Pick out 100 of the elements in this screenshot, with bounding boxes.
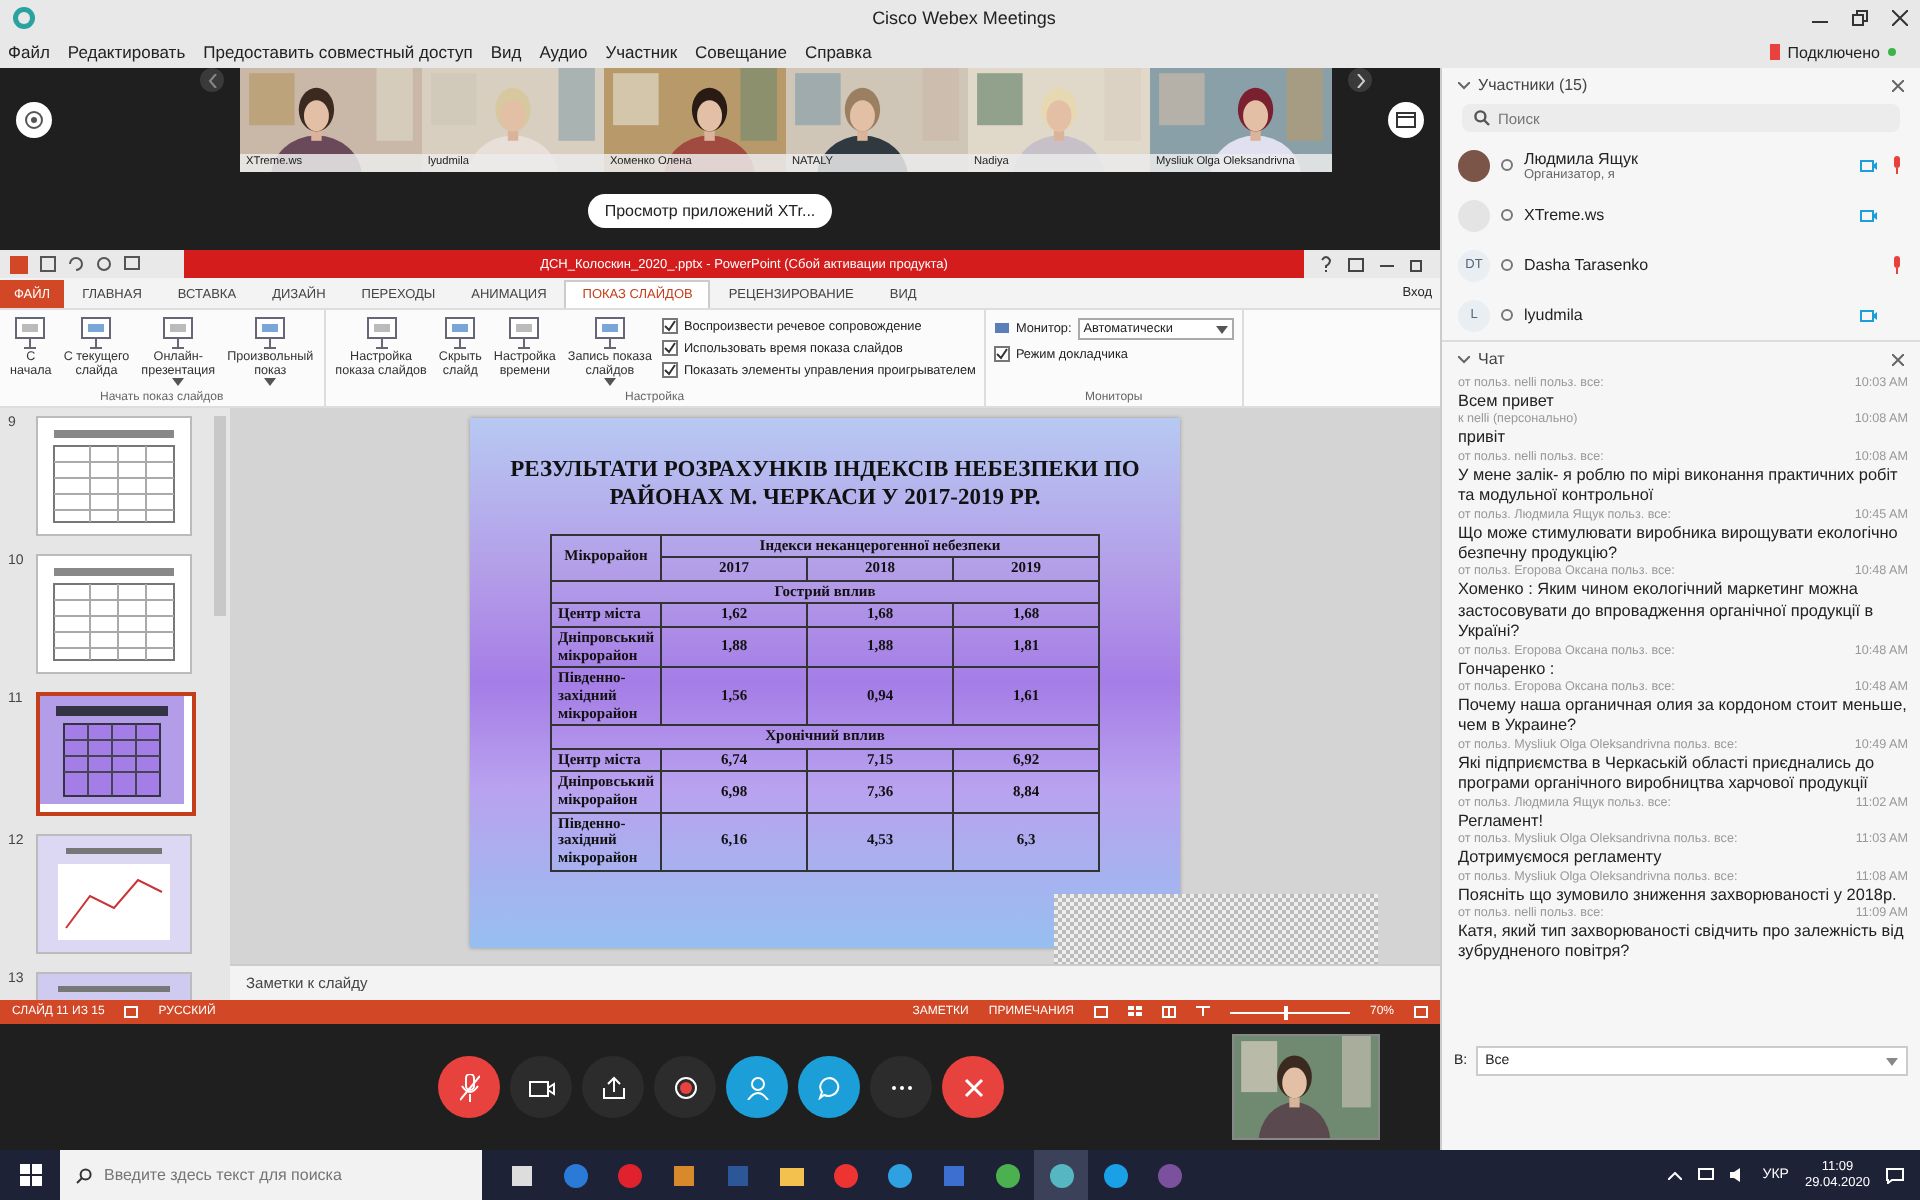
- browser-icon: [885, 1161, 913, 1189]
- browser-icon: [993, 1161, 1021, 1189]
- microphone-muted-icon: [1891, 256, 1901, 274]
- layout-button[interactable]: [1388, 102, 1424, 138]
- video-camera-icon: [1860, 208, 1878, 222]
- search-input[interactable]: Введите здесь текст для поиска: [104, 1166, 454, 1184]
- previous-button[interactable]: [200, 68, 224, 92]
- microphone-muted-icon: [1891, 156, 1901, 174]
- menu-item[interactable]: Аудио: [539, 42, 588, 62]
- message-text: Поясніть що зумовило зниження захворюваності у 2018р.: [1458, 885, 1899, 906]
- video-camera-icon: [1860, 308, 1878, 322]
- next-button[interactable]: [1348, 68, 1372, 92]
- network-icon[interactable]: [1698, 1168, 1715, 1182]
- reading-view-icon[interactable]: [1161, 1006, 1176, 1018]
- close-icon[interactable]: [1892, 79, 1904, 91]
- webex-logo-icon: [12, 6, 36, 30]
- video-camera-icon: [527, 1077, 555, 1097]
- participant-name: XTreme.ws: [1524, 206, 1607, 224]
- leave-button[interactable]: [942, 1056, 1004, 1118]
- menu-item[interactable]: Участник: [605, 42, 678, 62]
- share-icon: [601, 1075, 625, 1099]
- powerpoint-icon: [10, 255, 28, 273]
- caret-icon: [603, 378, 616, 386]
- menu-item[interactable]: Справка: [804, 42, 872, 62]
- browser-icon: [561, 1161, 589, 1189]
- search-icon: [76, 1167, 92, 1183]
- video-button[interactable]: [510, 1056, 572, 1118]
- caret-icon: [172, 378, 185, 386]
- microphone-muted-icon: [459, 1073, 479, 1101]
- sorter-view-icon[interactable]: [1127, 1006, 1142, 1018]
- menu-item[interactable]: Файл: [8, 42, 50, 62]
- help-icon[interactable]: [1320, 256, 1332, 272]
- restore-icon[interactable]: [1852, 10, 1868, 26]
- slide-thumbnail[interactable]: [36, 692, 196, 816]
- menu-item[interactable]: Совещание: [695, 42, 787, 62]
- caret-icon: [1886, 1057, 1898, 1065]
- message-text: Що може стимулювати виробника вирощувати екологічно безпечну продукцію?: [1458, 523, 1900, 565]
- message-text: Які підприємства в Черкаській області приєднались до програми органічного виробництва харчової продукції: [1458, 753, 1877, 796]
- more-icon: [889, 1083, 913, 1091]
- speech-bubble-icon: [817, 1075, 841, 1099]
- chevron-up-icon[interactable]: [1668, 1171, 1683, 1179]
- chevron-right-icon: [1355, 73, 1365, 87]
- share-button[interactable]: [582, 1056, 644, 1118]
- message-text: Всем привет: [1458, 392, 1556, 413]
- redo-icon[interactable]: [96, 256, 112, 272]
- record-icon: [673, 1075, 697, 1099]
- slide-thumbnail[interactable]: [36, 416, 192, 536]
- search-icon: [1474, 110, 1490, 126]
- undo-icon[interactable]: [68, 256, 84, 272]
- normal-view-icon[interactable]: [1093, 1006, 1108, 1018]
- avatar: [1458, 149, 1490, 181]
- close-icon[interactable]: [1892, 10, 1908, 26]
- message-text: Катя, який тип захворюваності свідчить про залежність від зубрудненого повітря?: [1458, 921, 1906, 964]
- message-text: Гончаренко :: [1458, 659, 1557, 681]
- menu-item[interactable]: Вид: [490, 42, 522, 62]
- ribbon-display-icon[interactable]: [1348, 257, 1364, 271]
- task-view-icon: [507, 1161, 535, 1189]
- close-icon: [963, 1077, 983, 1097]
- caret-icon: [1215, 325, 1228, 333]
- layout-icon: [1396, 112, 1416, 128]
- slide-thumbnail[interactable]: [36, 834, 192, 954]
- participants-button[interactable]: [726, 1056, 788, 1118]
- record-button[interactable]: [654, 1056, 716, 1118]
- participant-row[interactable]: XTreme.ws: [1442, 190, 1920, 240]
- zoom-slider-thumb[interactable]: [1283, 1005, 1288, 1019]
- window-title: Cisco Webex Meetings: [870, 6, 1058, 32]
- panel-title: Участники (15): [1478, 76, 1588, 94]
- person-icon: [745, 1075, 769, 1099]
- chevron-left-icon: [207, 73, 217, 87]
- message-text: У мене залік- я роблю по мірі виконання практичних робіт та модульної контрольної: [1458, 465, 1900, 508]
- message-text: привіт: [1458, 428, 1507, 450]
- search-field[interactable]: Введите здесь текст для поиска: [60, 1150, 482, 1200]
- app-icon: [1155, 1161, 1183, 1189]
- slide-thumbnail[interactable]: [36, 554, 192, 674]
- close-icon[interactable]: [1892, 353, 1904, 365]
- restore-icon[interactable]: [1410, 257, 1424, 271]
- collapse-icon[interactable]: [1458, 355, 1470, 363]
- participant-name: Dasha Tarasenko: [1524, 256, 1651, 274]
- app-icon: [1101, 1161, 1129, 1189]
- participant-name: lyudmila: [1524, 306, 1585, 324]
- share-banner[interactable]: Просмотр приложений XTr...: [588, 194, 832, 228]
- fit-icon[interactable]: [1414, 1006, 1428, 1018]
- app-icon: [1047, 1161, 1075, 1189]
- notifications-icon[interactable]: [1886, 1167, 1904, 1183]
- settings-icon: [24, 110, 44, 130]
- status-dot-icon: [1888, 48, 1896, 56]
- video-camera-icon: [1860, 158, 1878, 172]
- browser-icon: [615, 1161, 643, 1189]
- mute-button[interactable]: [438, 1056, 500, 1118]
- collapse-icon[interactable]: [1458, 81, 1470, 89]
- windows-icon: [19, 1164, 41, 1186]
- message-text: Дотримуємося регламенту: [1458, 848, 1664, 869]
- menu-item[interactable]: Предоставить совместный доступ: [203, 42, 473, 62]
- save-icon[interactable]: [40, 256, 56, 272]
- settings-button[interactable]: [16, 102, 52, 138]
- check-icon: [995, 348, 1008, 360]
- chat-button[interactable]: [798, 1056, 860, 1118]
- menu-item[interactable]: Редактировать: [67, 42, 186, 62]
- message-text: Почему наша органичная олия за кордоном стоит меньше, чем в Украине?: [1458, 696, 1908, 738]
- media-player-icon: [669, 1161, 697, 1189]
